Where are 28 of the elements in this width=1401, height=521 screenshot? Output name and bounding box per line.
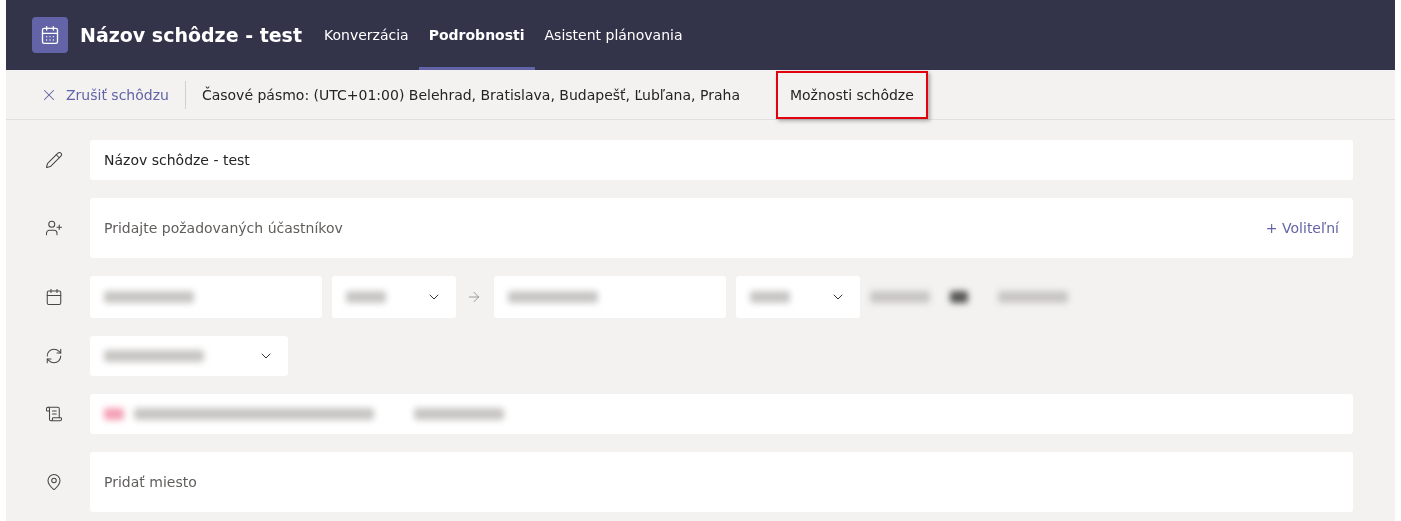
repeat-icon	[45, 347, 63, 365]
calendar-app-icon	[32, 17, 68, 53]
end-date-field[interactable]	[494, 276, 726, 318]
location-field[interactable]: Pridať miesto	[90, 452, 1353, 512]
timezone-label: Časové pásmo: (UTC+01:00) Belehrad, Bratislava, Budapešť, Ľubľana, Praha	[201, 86, 740, 103]
meeting-title: Názov schôdze - test	[80, 24, 302, 46]
tab[interactable]: Asistent plánovania	[534, 0, 693, 70]
attendees-field[interactable]: Pridajte požadovaných účastníkov + Voliteľní	[90, 198, 1353, 258]
add-person-icon	[45, 219, 63, 237]
blurred-text	[870, 291, 930, 303]
title-field[interactable]: Názov schôdze - test	[90, 140, 1353, 180]
location-icon	[45, 473, 63, 491]
start-date-field[interactable]	[90, 276, 322, 318]
channel-field[interactable]	[90, 394, 1353, 434]
end-time-dropdown[interactable]	[736, 276, 860, 318]
tab[interactable]: Konverzácia	[314, 0, 419, 70]
repeat-dropdown[interactable]	[90, 336, 288, 376]
optional-attendees-link[interactable]: + Voliteľní	[1265, 220, 1339, 236]
arrow-icon	[466, 289, 482, 305]
blurred-text	[950, 291, 968, 303]
blurred-text	[998, 291, 1068, 303]
channel-icon	[45, 405, 63, 423]
cancel-meeting-button[interactable]: Zrušiť schôdzu	[40, 80, 186, 109]
pencil-icon	[45, 151, 63, 169]
meeting-options-button[interactable]: Možnosti schôdze	[775, 70, 928, 119]
tab[interactable]: Podrobnosti	[418, 0, 535, 70]
start-time-dropdown[interactable]	[332, 276, 456, 318]
calendar-icon	[45, 288, 63, 306]
